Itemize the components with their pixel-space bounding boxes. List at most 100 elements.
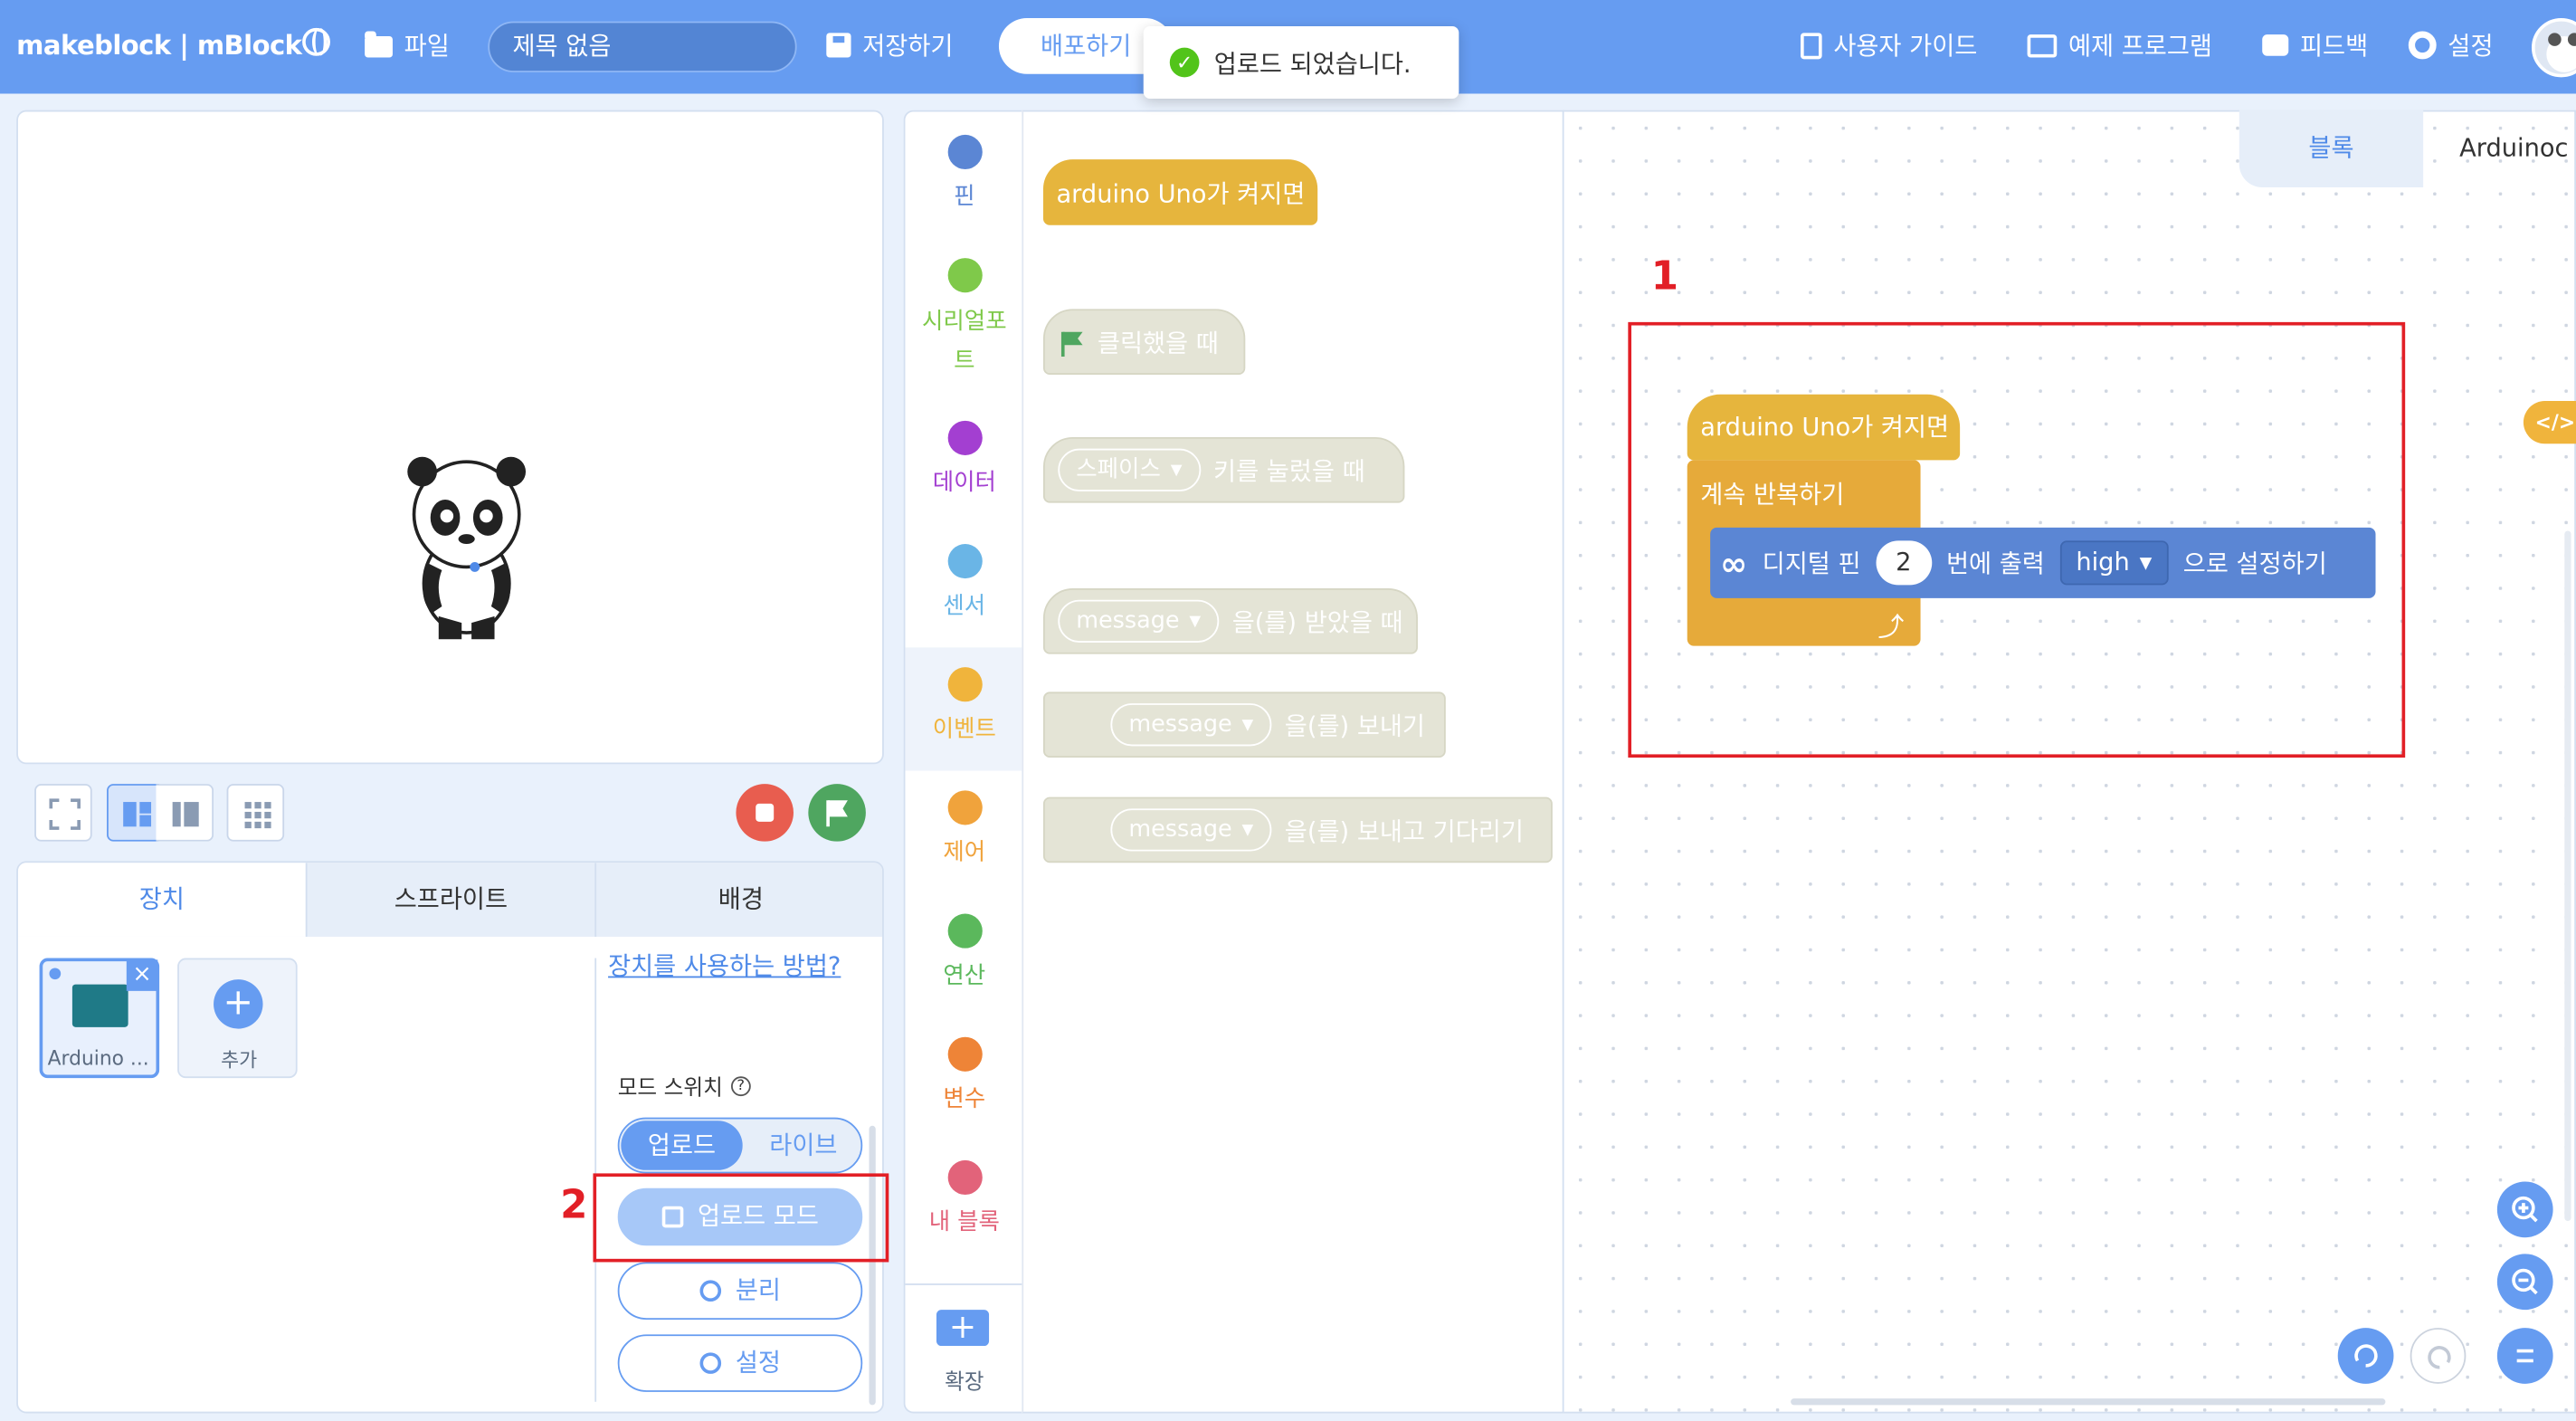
category-control[interactable]: 제어 — [905, 790, 1023, 867]
extension-button[interactable]: + — [936, 1310, 990, 1347]
category-label: 제어 — [943, 839, 986, 866]
device-settings-button[interactable]: 설정 — [617, 1334, 863, 1392]
tab-devices[interactable]: 장치 — [17, 863, 308, 937]
upload-success-toast: ✓ 업로드 되었습니다. — [1143, 26, 1459, 99]
annotation-box-2 — [593, 1173, 889, 1263]
category-variables[interactable]: 변수 — [905, 1036, 1023, 1114]
fullscreen-icon — [49, 798, 81, 830]
pin-number-input[interactable]: 2 — [1875, 540, 1932, 586]
category-label: 데이터 — [932, 470, 996, 497]
annotation-label-1: 1 — [1650, 253, 1679, 300]
example-programs-link[interactable]: 예제 프로그램 — [2027, 28, 2212, 62]
block-when-board-on[interactable]: arduino Uno가 켜지면 — [1042, 159, 1318, 225]
undo-icon — [2354, 1344, 2378, 1368]
stage-canvas[interactable] — [16, 110, 884, 765]
project-title-input[interactable]: 제목 없음 — [488, 21, 797, 72]
howto-link[interactable]: 장치를 사용하는 방법? — [602, 949, 848, 987]
category-data[interactable]: 데이터 — [905, 420, 1023, 498]
link-icon — [699, 1280, 721, 1302]
divider — [905, 1283, 1024, 1285]
category-label: 시리얼포트 — [922, 309, 1007, 375]
remove-device-icon[interactable]: × — [126, 959, 158, 991]
mode-switch[interactable]: 업로드 라이브 — [617, 1117, 863, 1174]
fullscreen-button[interactable] — [34, 784, 92, 842]
mode-live-option[interactable]: 라이브 — [745, 1121, 863, 1169]
block-label: arduino Uno가 켜지면 — [1056, 178, 1306, 208]
tab-blocks[interactable]: 블록 — [2239, 110, 2424, 187]
add-device-button[interactable]: + 추가 — [177, 958, 298, 1079]
flag-icon — [1058, 329, 1084, 358]
level-dropdown[interactable]: high ▾ — [2059, 540, 2169, 586]
category-my-blocks[interactable]: 내 블록 — [905, 1159, 1023, 1237]
key-dropdown[interactable]: 스페이스 ▾ — [1058, 448, 1201, 491]
block-label: 을(를) 보내기 — [1284, 710, 1426, 740]
category-label: 센서 — [943, 593, 986, 620]
redo-button[interactable] — [2410, 1328, 2467, 1384]
feedback-label: 피드백 — [2299, 31, 2369, 62]
workspace-vertical-scrollbar[interactable] — [2564, 530, 2571, 1222]
arduino-device-card[interactable]: × Arduino ... — [39, 958, 160, 1079]
feedback-link[interactable]: 피드백 — [2262, 28, 2368, 62]
add-device-label: 추가 — [221, 1048, 258, 1072]
arduino-board-icon — [71, 984, 128, 1027]
small-layout-icon — [172, 802, 199, 827]
category-serial[interactable]: 시리얼포트 — [905, 258, 1023, 381]
when-board-on-block[interactable]: arduino Uno가 켜지면 — [1687, 394, 1961, 461]
save-button[interactable]: 저장하기 — [826, 28, 953, 62]
zoom-out-button[interactable] — [2496, 1254, 2553, 1311]
category-sensor[interactable]: 센서 — [905, 543, 1023, 621]
message-dropdown[interactable]: message ▾ — [1058, 599, 1220, 643]
small-stage-button[interactable] — [156, 784, 214, 842]
script-workspace[interactable] — [1564, 110, 2576, 1414]
zoom-in-icon — [2512, 1196, 2538, 1223]
block-broadcast[interactable]: message ▾ 을(를) 보내기 — [1042, 691, 1446, 758]
device-settings-label: 설정 — [735, 1347, 781, 1378]
tab-sprites[interactable]: 스프라이트 — [308, 863, 597, 937]
panda-sprite[interactable] — [393, 449, 540, 646]
pin-category-dot — [946, 134, 982, 170]
workspace-horizontal-scrollbar[interactable] — [1791, 1398, 2386, 1406]
block-when-flag-clicked[interactable]: 클릭했을 때 — [1042, 309, 1246, 375]
tab-backdrops[interactable]: 배경 — [596, 863, 882, 937]
user-guide-link[interactable]: 사용자 가이드 — [1801, 28, 1977, 62]
device-name: Arduino ... — [47, 1046, 149, 1071]
category-label: 변수 — [943, 1086, 986, 1113]
disconnect-button[interactable]: 분리 — [617, 1262, 863, 1321]
category-operators[interactable]: 연산 — [905, 913, 1023, 991]
block-when-received[interactable]: message ▾ 을(를) 받았을 때 — [1042, 588, 1418, 654]
code-view-toggle[interactable]: </> — [2523, 401, 2576, 444]
mode-upload-option[interactable]: 업로드 — [621, 1121, 743, 1170]
message-dropdown[interactable]: message ▾ — [1110, 808, 1272, 852]
help-icon[interactable]: ? — [730, 1075, 751, 1096]
language-button[interactable] — [302, 27, 330, 56]
level-value: high — [2076, 547, 2130, 577]
grid-icon — [244, 802, 271, 829]
zoom-in-button[interactable] — [2496, 1181, 2553, 1238]
block-when-key-pressed[interactable]: 스페이스 ▾ 키를 눌렀을 때 — [1042, 436, 1405, 503]
avatar[interactable] — [2531, 17, 2576, 78]
category-events[interactable]: 이벤트 — [905, 647, 1024, 771]
mblock-logo[interactable]: makeblock | mBlock — [16, 30, 302, 61]
stop-button[interactable] — [736, 784, 794, 842]
green-flag-button[interactable] — [808, 784, 866, 842]
set-digital-pin-block[interactable]: ∞ 디지털 핀 2 번에 출력 high ▾ 으로 설정하기 — [1710, 527, 2376, 598]
message-dropdown-value: message — [1076, 607, 1180, 634]
message-dropdown[interactable]: message ▾ — [1110, 703, 1272, 747]
tab-arduino-code[interactable]: Arduinoc — [2459, 110, 2576, 187]
save-icon — [826, 33, 851, 58]
undo-button[interactable] — [2337, 1328, 2394, 1384]
settings-menu[interactable]: 설정 — [2408, 28, 2494, 62]
flag-icon — [826, 800, 848, 827]
annotation-label-2: 2 — [560, 1181, 588, 1228]
zoom-reset-button[interactable] — [2496, 1328, 2553, 1384]
zoom-out-icon — [2512, 1268, 2538, 1295]
redo-icon — [2428, 1346, 2451, 1369]
panel-scrollbar[interactable] — [869, 1125, 876, 1406]
category-pin[interactable]: 핀 — [905, 134, 1023, 212]
block-broadcast-and-wait[interactable]: message ▾ 을(를) 보내고 기다리기 — [1042, 796, 1553, 863]
device-panel: 장치 스프라이트 배경 × Arduino ... + 추가 장치를 사용하는 … — [16, 861, 884, 1414]
mode-switch-label: 모드 스위치 — [617, 1076, 723, 1102]
file-menu[interactable]: 파일 — [365, 28, 450, 62]
category-label: 내 블록 — [928, 1209, 1000, 1236]
grid-view-button[interactable] — [226, 784, 285, 842]
